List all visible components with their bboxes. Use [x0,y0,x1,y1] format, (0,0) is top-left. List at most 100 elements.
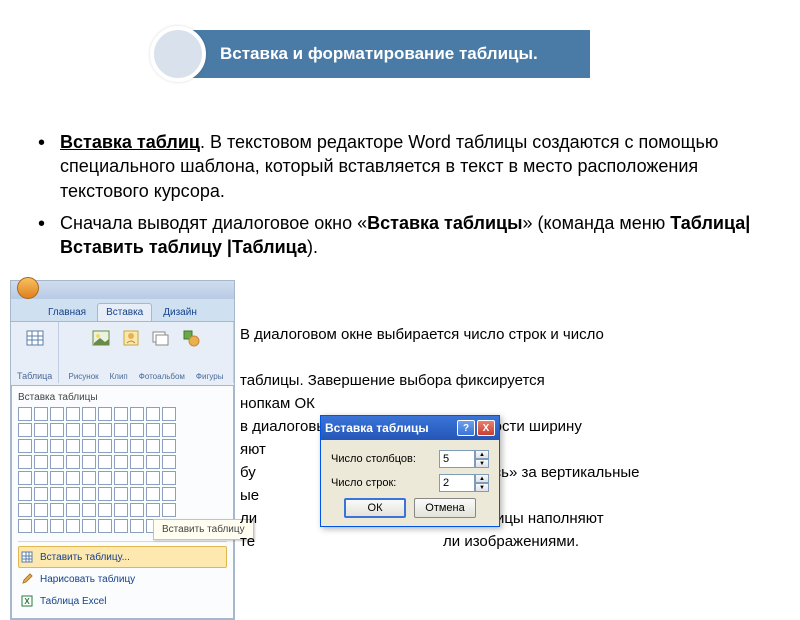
grid-cell[interactable] [82,519,96,533]
picture-icon[interactable] [89,326,113,350]
grid-cell[interactable] [50,503,64,517]
grid-cell[interactable] [34,503,48,517]
help-button[interactable]: ? [457,420,475,436]
dialog-titlebar[interactable]: Вставка таблицы ? X [321,416,499,440]
grid-cell[interactable] [130,407,144,421]
ok-button[interactable]: ОК [344,498,406,518]
grid-cell[interactable] [34,471,48,485]
grid-cell[interactable] [162,423,176,437]
grid-cell[interactable] [82,407,96,421]
grid-cell[interactable] [114,487,128,501]
grid-cell[interactable] [130,503,144,517]
tab-design[interactable]: Дизайн [154,303,206,321]
rows-up[interactable]: ▲ [475,474,489,483]
grid-cell[interactable] [146,455,160,469]
grid-cell[interactable] [162,471,176,485]
grid-cell[interactable] [146,439,160,453]
grid-cell[interactable] [162,407,176,421]
tab-insert[interactable]: Вставка [97,303,152,321]
clip-icon[interactable] [119,326,143,350]
grid-cell[interactable] [18,487,32,501]
cancel-button[interactable]: Отмена [414,498,476,518]
grid-cell[interactable] [18,439,32,453]
grid-cell[interactable] [66,455,80,469]
grid-cell[interactable] [130,455,144,469]
shapes-icon[interactable] [179,326,203,350]
table-grid-picker[interactable] [18,407,227,533]
grid-cell[interactable] [98,423,112,437]
grid-cell[interactable] [98,471,112,485]
grid-cell[interactable] [66,439,80,453]
grid-cell[interactable] [130,487,144,501]
cols-up[interactable]: ▲ [475,450,489,459]
grid-cell[interactable] [162,487,176,501]
grid-cell[interactable] [162,455,176,469]
grid-cell[interactable] [50,471,64,485]
grid-cell[interactable] [130,519,144,533]
grid-cell[interactable] [114,471,128,485]
grid-cell[interactable] [18,407,32,421]
grid-cell[interactable] [50,423,64,437]
grid-cell[interactable] [162,439,176,453]
grid-cell[interactable] [98,455,112,469]
grid-cell[interactable] [66,423,80,437]
album-icon[interactable] [149,326,173,350]
grid-cell[interactable] [50,407,64,421]
grid-cell[interactable] [82,503,96,517]
grid-cell[interactable] [162,503,176,517]
rows-down[interactable]: ▼ [475,483,489,492]
close-button[interactable]: X [477,420,495,436]
grid-cell[interactable] [114,439,128,453]
table-icon[interactable] [23,326,47,350]
grid-cell[interactable] [82,471,96,485]
grid-cell[interactable] [50,487,64,501]
grid-cell[interactable] [130,471,144,485]
grid-cell[interactable] [34,439,48,453]
grid-cell[interactable] [114,503,128,517]
grid-cell[interactable] [34,519,48,533]
grid-cell[interactable] [146,487,160,501]
grid-cell[interactable] [66,487,80,501]
grid-cell[interactable] [18,471,32,485]
grid-cell[interactable] [82,439,96,453]
grid-cell[interactable] [34,407,48,421]
grid-cell[interactable] [146,503,160,517]
grid-cell[interactable] [66,519,80,533]
grid-cell[interactable] [50,439,64,453]
grid-cell[interactable] [98,519,112,533]
grid-cell[interactable] [98,503,112,517]
grid-cell[interactable] [146,407,160,421]
grid-cell[interactable] [18,455,32,469]
grid-cell[interactable] [98,439,112,453]
grid-cell[interactable] [98,407,112,421]
menu-draw-table[interactable]: Нарисовать таблицу [18,568,227,590]
grid-cell[interactable] [18,423,32,437]
office-button[interactable] [17,277,39,299]
grid-cell[interactable] [34,455,48,469]
grid-cell[interactable] [50,519,64,533]
grid-cell[interactable] [114,455,128,469]
grid-cell[interactable] [114,423,128,437]
grid-cell[interactable] [114,407,128,421]
grid-cell[interactable] [146,423,160,437]
grid-cell[interactable] [66,503,80,517]
grid-cell[interactable] [34,487,48,501]
grid-cell[interactable] [66,471,80,485]
rows-input[interactable] [439,474,475,492]
grid-cell[interactable] [50,455,64,469]
grid-cell[interactable] [18,519,32,533]
menu-excel-table[interactable]: X Таблица Excel [18,590,227,612]
grid-cell[interactable] [98,487,112,501]
grid-cell[interactable] [18,503,32,517]
grid-cell[interactable] [146,471,160,485]
cols-input[interactable] [439,450,475,468]
tab-home[interactable]: Главная [39,303,95,321]
grid-cell[interactable] [66,407,80,421]
grid-cell[interactable] [82,487,96,501]
grid-cell[interactable] [114,519,128,533]
grid-cell[interactable] [82,455,96,469]
menu-insert-table[interactable]: Вставить таблицу... [18,546,227,568]
grid-cell[interactable] [82,423,96,437]
cols-down[interactable]: ▼ [475,459,489,468]
grid-cell[interactable] [34,423,48,437]
